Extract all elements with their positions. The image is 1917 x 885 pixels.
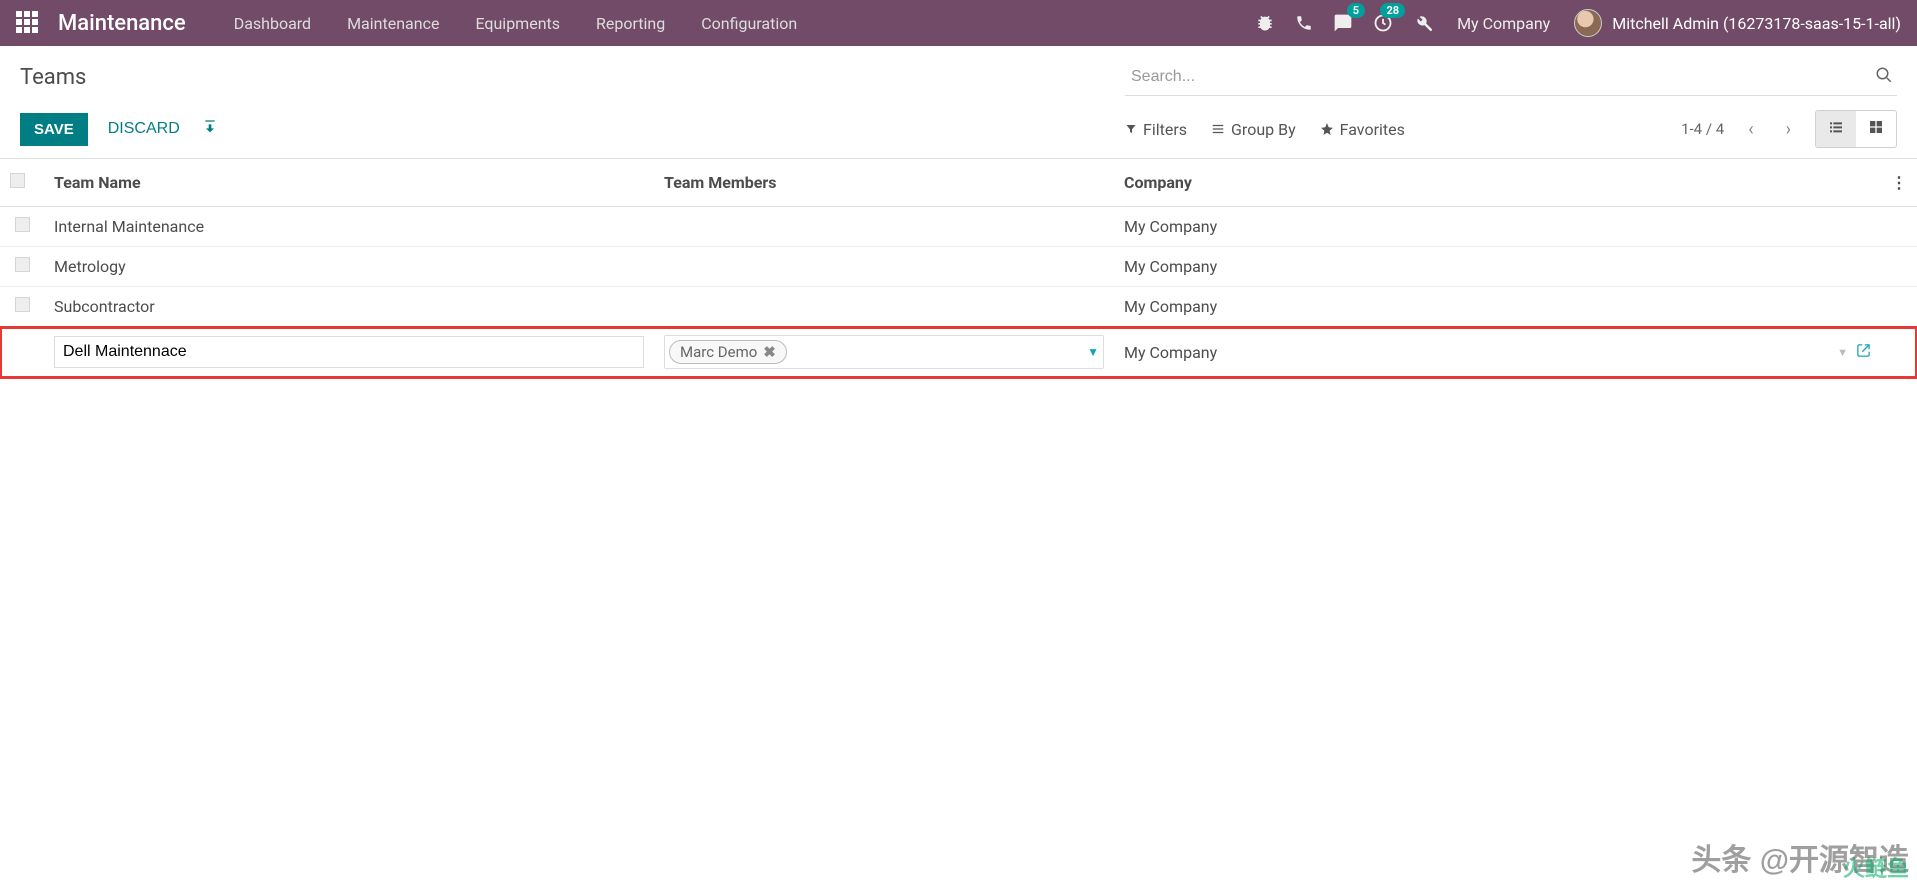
user-menu[interactable]: Mitchell Admin (16273178-saas-15-1-all): [1612, 14, 1901, 33]
search-icon[interactable]: [1875, 66, 1893, 89]
cell-company[interactable]: My Company: [1114, 207, 1881, 247]
favorites-label: Favorites: [1340, 120, 1405, 139]
pager-next-icon[interactable]: ›: [1778, 115, 1799, 144]
save-button[interactable]: SAVE: [20, 113, 88, 146]
messages-badge: 5: [1347, 3, 1365, 18]
favorites-button[interactable]: Favorites: [1320, 120, 1405, 139]
bug-icon[interactable]: [1255, 13, 1275, 33]
kanban-view-icon[interactable]: [1856, 111, 1896, 147]
member-tag-label: Marc Demo: [680, 343, 757, 361]
company-selector[interactable]: My Company: [1453, 14, 1554, 33]
remove-tag-icon[interactable]: ✖: [763, 343, 776, 361]
cell-name[interactable]: Subcontractor: [44, 287, 654, 327]
messages-icon[interactable]: 5: [1333, 13, 1353, 33]
nav-maintenance[interactable]: Maintenance: [329, 4, 457, 43]
table-row[interactable]: Subcontractor My Company: [0, 287, 1917, 327]
nav-right: 5 28 My Company Mitchell Admin (16273178…: [1255, 9, 1901, 37]
activities-badge: 28: [1380, 3, 1405, 18]
apps-icon[interactable]: [16, 11, 40, 35]
external-link-icon[interactable]: [1856, 343, 1871, 362]
nav-menu: Dashboard Maintenance Equipments Reporti…: [216, 4, 816, 43]
groupby-button[interactable]: Group By: [1211, 120, 1296, 139]
export-icon[interactable]: [202, 119, 218, 139]
nav-equipments[interactable]: Equipments: [457, 4, 578, 43]
watermark: 头条 @开源智造: [1691, 835, 1909, 879]
filters-label: Filters: [1143, 120, 1187, 139]
discard-button[interactable]: DISCARD: [100, 114, 188, 144]
col-header-company[interactable]: Company: [1114, 159, 1881, 207]
row-checkbox[interactable]: [15, 257, 30, 272]
cell-members[interactable]: [654, 247, 1114, 287]
row-checkbox[interactable]: [15, 297, 30, 312]
app-title[interactable]: Maintenance: [58, 11, 186, 36]
tools-icon[interactable]: [1413, 13, 1433, 33]
table-row[interactable]: Metrology My Company: [0, 247, 1917, 287]
watermark-sub: 火鲢鱼: [1843, 851, 1909, 883]
cell-name[interactable]: Metrology: [44, 247, 654, 287]
search-bar: [1125, 58, 1897, 96]
company-dropdown-icon[interactable]: ▼: [1837, 346, 1848, 359]
col-header-name[interactable]: Team Name: [44, 159, 654, 207]
search-input[interactable]: [1125, 58, 1897, 96]
select-all-checkbox[interactable]: [10, 173, 25, 188]
page-title: Teams: [20, 65, 86, 90]
top-navbar: Maintenance Dashboard Maintenance Equipm…: [0, 0, 1917, 46]
pager-text[interactable]: 1-4 / 4: [1681, 120, 1724, 138]
cell-members[interactable]: [654, 287, 1114, 327]
cell-company[interactable]: My Company: [1114, 287, 1881, 327]
nav-dashboard[interactable]: Dashboard: [216, 4, 329, 43]
list-view-icon[interactable]: [1816, 111, 1856, 147]
user-avatar[interactable]: [1574, 9, 1602, 37]
table-row[interactable]: Internal Maintenance My Company: [0, 207, 1917, 247]
table-row-editing[interactable]: Marc Demo ✖ ▼ My Company ▼: [0, 327, 1917, 378]
groupby-label: Group By: [1231, 120, 1296, 139]
teams-table: Team Name Team Members Company ⋮ Interna…: [0, 159, 1917, 378]
member-tag[interactable]: Marc Demo ✖: [669, 340, 787, 364]
nav-configuration[interactable]: Configuration: [683, 4, 815, 43]
cell-members[interactable]: [654, 207, 1114, 247]
phone-icon[interactable]: [1295, 14, 1313, 32]
company-value[interactable]: My Company: [1124, 343, 1829, 362]
team-name-input[interactable]: [54, 336, 644, 368]
activities-icon[interactable]: 28: [1373, 13, 1393, 33]
team-members-input[interactable]: Marc Demo ✖ ▼: [664, 335, 1104, 369]
view-switcher: [1815, 110, 1897, 148]
pager-prev-icon[interactable]: ‹: [1740, 115, 1761, 144]
cell-name[interactable]: Internal Maintenance: [44, 207, 654, 247]
filters-button[interactable]: Filters: [1125, 120, 1187, 139]
col-header-members[interactable]: Team Members: [654, 159, 1114, 207]
cell-company[interactable]: My Company: [1114, 247, 1881, 287]
nav-reporting[interactable]: Reporting: [578, 4, 683, 43]
columns-menu-icon[interactable]: ⋮: [1881, 159, 1917, 207]
row-checkbox[interactable]: [15, 217, 30, 232]
dropdown-caret-icon[interactable]: ▼: [1087, 345, 1099, 359]
control-panel: Teams SAVE DISCARD Filters Group By Fa: [0, 46, 1917, 159]
